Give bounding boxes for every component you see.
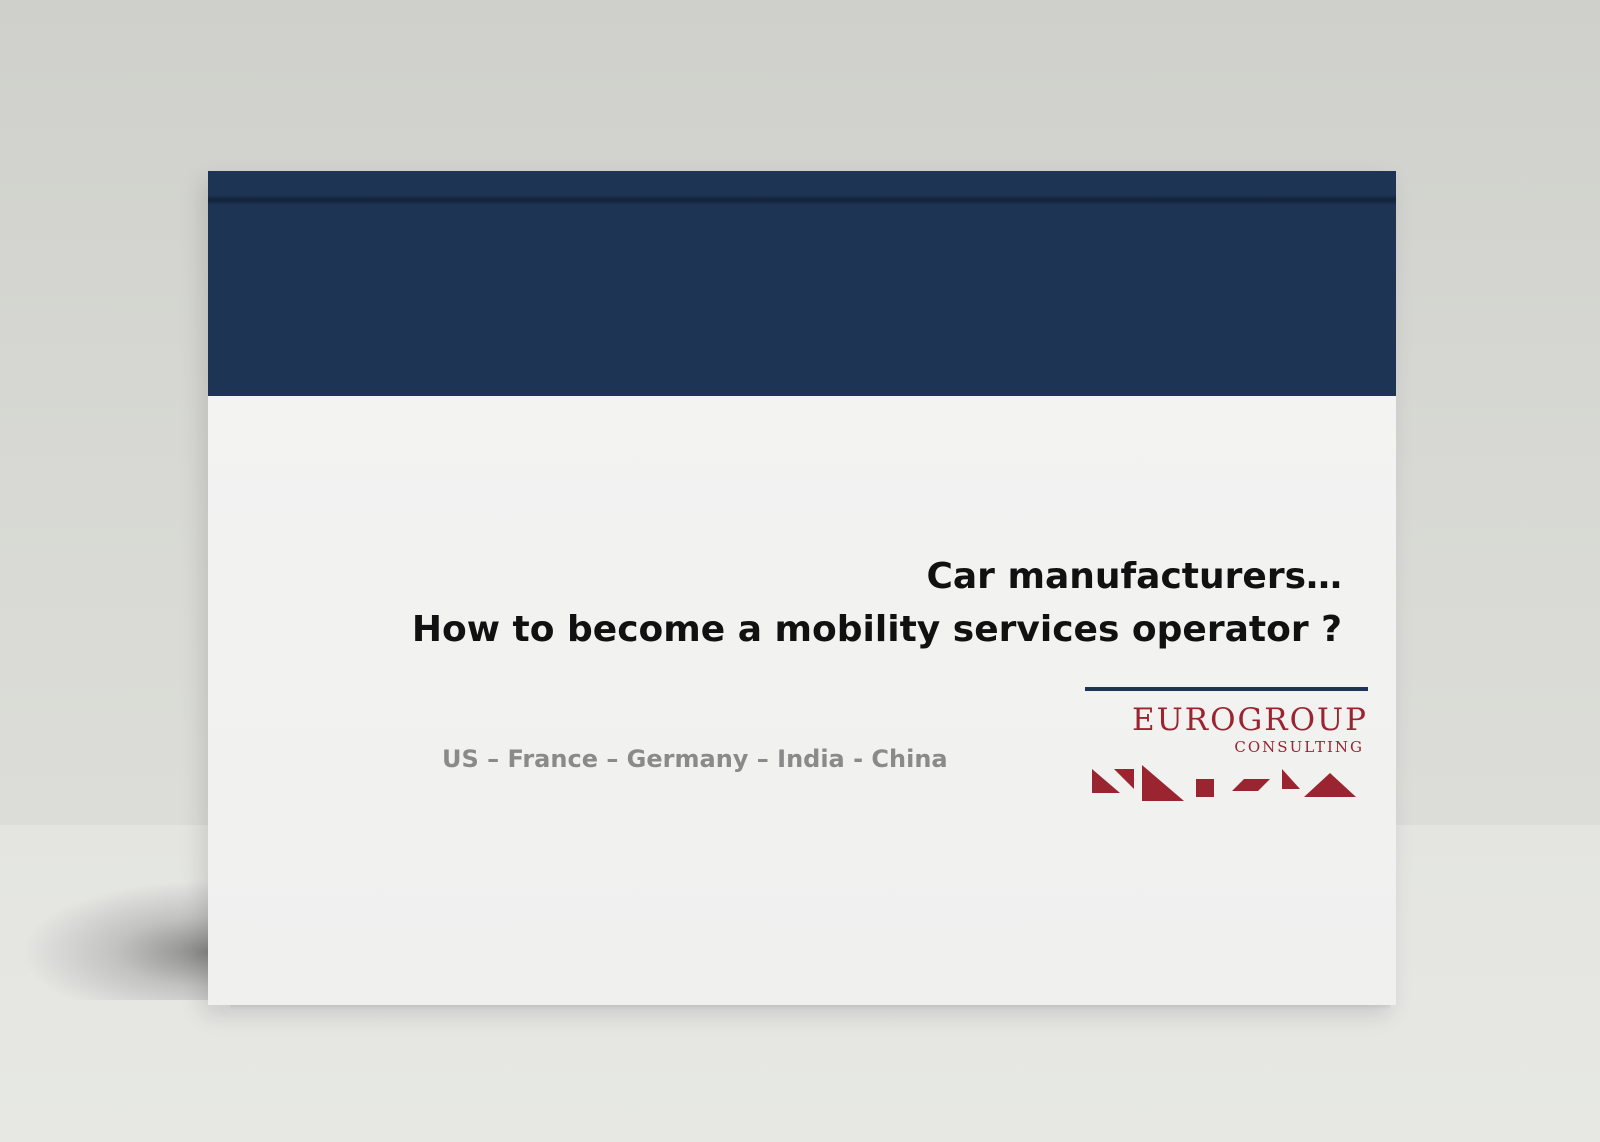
logo-shape-2 bbox=[1114, 769, 1134, 789]
logo-name: EUROGROUP bbox=[1131, 702, 1368, 738]
cover-white-area bbox=[208, 396, 1396, 1005]
logo-shape-1 bbox=[1092, 769, 1120, 793]
report-cover: Car manufacturers… How to become a mobil… bbox=[208, 171, 1396, 1005]
cover-title-line1: Car manufacturers… bbox=[926, 556, 1342, 597]
cover-navy-band bbox=[208, 171, 1396, 396]
book-shadow bbox=[20, 880, 230, 1000]
logo-shape-7 bbox=[1304, 773, 1356, 797]
logo-shape-3 bbox=[1142, 765, 1184, 801]
logo-rule bbox=[1085, 687, 1368, 691]
logo-subtitle: CONSULTING bbox=[1234, 738, 1364, 756]
logo-shape-6 bbox=[1282, 769, 1300, 789]
cover-title-line2: How to become a mobility services operat… bbox=[411, 609, 1342, 650]
logo-shape-4 bbox=[1196, 779, 1214, 797]
logo-shape-5 bbox=[1232, 779, 1270, 791]
logo-tangram-icon bbox=[1092, 765, 1356, 801]
band-spine-line bbox=[208, 195, 1396, 205]
cover-countries: US – France – Germany – India - China bbox=[442, 745, 948, 773]
cover-title: Car manufacturers… How to become a mobil… bbox=[412, 550, 1342, 656]
